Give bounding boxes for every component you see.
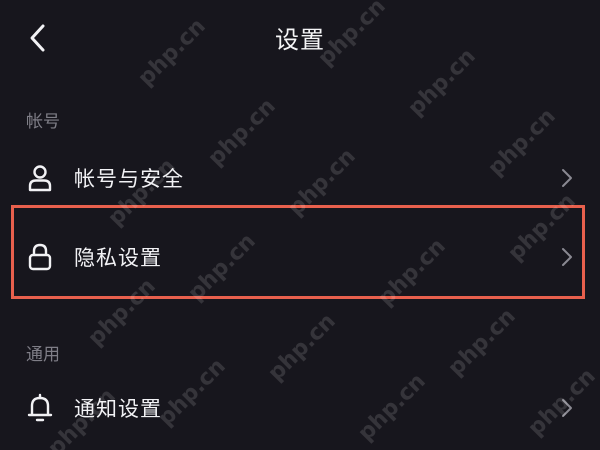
chevron-right-icon [560, 247, 574, 267]
privacy-settings-label: 隐私设置 [74, 246, 162, 270]
chevron-right-icon [560, 398, 574, 418]
notification-settings-label: 通知设置 [74, 397, 162, 421]
account-security-item[interactable]: 帐号与安全 [0, 143, 600, 213]
chevron-right-icon [560, 168, 574, 188]
lock-icon [26, 243, 54, 271]
notification-settings-item[interactable]: 通知设置 [0, 373, 600, 443]
bell-icon [26, 393, 54, 422]
page-title: 设置 [275, 26, 325, 54]
account-security-label: 帐号与安全 [74, 167, 184, 191]
header: 设置 [0, 0, 600, 78]
user-icon [26, 164, 54, 192]
watermark: php.cn [443, 303, 521, 382]
section-label-account: 帐号 [26, 112, 60, 132]
settings-screen: 设置 帐号 帐号与安全 隐私设置 通用 通知设置 php.cn php.cn p… [0, 0, 600, 450]
privacy-settings-item[interactable]: 隐私设置 [0, 222, 600, 292]
section-label-general: 通用 [26, 345, 60, 365]
